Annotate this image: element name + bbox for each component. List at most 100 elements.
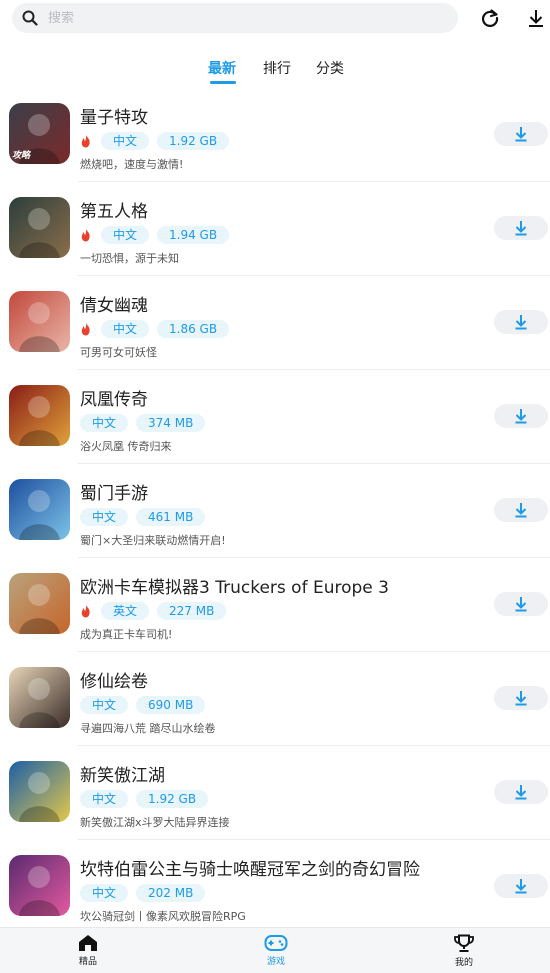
download-button[interactable] [494, 874, 548, 898]
game-list-item[interactable]: 修仙绘卷 中文 690 MB 寻遍四海八荒 踏尽山水绘卷 [0, 652, 550, 746]
download-icon [515, 221, 527, 236]
tab-ranking[interactable]: 排行 [263, 58, 291, 78]
fire-icon [81, 228, 90, 242]
game-meta: 中文 374 MB [80, 413, 213, 433]
size-badge: 690 MB [136, 696, 206, 714]
game-meta: 中文 202 MB [80, 883, 213, 903]
game-icon-image[interactable] [9, 667, 70, 728]
game-icon-image[interactable]: 攻略 [9, 103, 70, 164]
language-badge: 英文 [101, 602, 150, 620]
home-icon [79, 935, 97, 951]
game-art-icon [19, 678, 60, 728]
tab-latest[interactable]: 最新 [208, 58, 236, 78]
gamepad-icon [264, 935, 288, 951]
game-icon-badge: 攻略 [12, 151, 31, 161]
game-icon-image[interactable] [9, 479, 70, 540]
game-title: 倩女幽魂 [80, 296, 148, 316]
game-list-item[interactable]: 蜀门手游 中文 461 MB 蜀门×大圣归来联动燃情开启! [0, 464, 550, 558]
download-icon [529, 10, 543, 27]
fire-icon [81, 322, 90, 336]
game-title: 第五人格 [80, 202, 148, 222]
game-meta: 中文 1.92 GB [80, 789, 216, 809]
game-icon-image[interactable] [9, 197, 70, 258]
game-list-item[interactable]: 凤凰传奇 中文 374 MB 浴火凤凰 传奇归来 [0, 370, 550, 464]
bottom-nav: 精品 游戏 我的 [0, 927, 550, 973]
download-button[interactable] [494, 780, 548, 804]
download-button[interactable] [494, 310, 548, 334]
download-button[interactable] [494, 216, 548, 240]
game-description: 成为真正卡车司机! [80, 628, 173, 641]
nav-mine-label: 我的 [454, 958, 473, 968]
download-icon [515, 597, 527, 612]
game-list-item[interactable]: 倩女幽魂 中文 1.86 GB 可男可女可妖怪 [0, 276, 550, 370]
download-button[interactable] [494, 404, 548, 428]
game-art-icon [19, 584, 60, 634]
game-description: 可男可女可妖怪 [80, 346, 157, 359]
game-title: 量子特攻 [80, 108, 148, 128]
size-badge: 1.92 GB [136, 790, 209, 808]
game-art-icon [19, 208, 60, 258]
nav-games[interactable]: 游戏 [246, 934, 306, 967]
game-icon-image[interactable] [9, 761, 70, 822]
game-list-item[interactable]: 新笑傲江湖 中文 1.92 GB 新笑傲江湖x斗罗大陆异界连接 [0, 746, 550, 840]
nav-featured[interactable]: 精品 [58, 934, 118, 967]
download-icon [515, 409, 527, 424]
search-input[interactable] [48, 10, 428, 26]
game-title: 欧洲卡车模拟器3 Truckers of Europe 3 [80, 578, 389, 598]
nav-games-label: 游戏 [266, 957, 285, 967]
language-badge: 中文 [80, 790, 129, 808]
game-title: 修仙绘卷 [80, 672, 148, 692]
game-meta: 英文 227 MB [80, 601, 234, 621]
game-icon-image[interactable] [9, 291, 70, 352]
game-title: 新笑傲江湖 [80, 766, 165, 786]
download-button[interactable] [494, 498, 548, 522]
size-badge: 227 MB [157, 602, 227, 620]
download-icon [515, 785, 527, 800]
game-meta: 中文 1.92 GB [80, 131, 237, 151]
game-list-item[interactable]: 攻略 量子特攻 中文 1.92 GB 燃烧吧，速度与激情! [0, 88, 550, 182]
fire-icon [81, 604, 90, 618]
download-icon [515, 127, 527, 142]
download-icon [515, 691, 527, 706]
game-art-icon [19, 490, 60, 540]
game-list-item[interactable]: 欧洲卡车模拟器3 Truckers of Europe 3 英文 227 MB … [0, 558, 550, 652]
game-description: 寻遍四海八荒 踏尽山水绘卷 [80, 722, 216, 735]
game-description: 浴火凤凰 传奇归来 [80, 440, 172, 453]
game-list-item[interactable]: 坎特伯雷公主与骑士唤醒冠军之剑的奇幻冒险 中文 202 MB 坎公骑冠剑丨像素风… [0, 840, 550, 934]
game-list-item[interactable]: 第五人格 中文 1.94 GB 一切恐惧，源于未知 [0, 182, 550, 276]
game-icon-image[interactable] [9, 855, 70, 916]
game-description: 燃烧吧，速度与激情! [80, 158, 184, 171]
top-bar [0, 0, 550, 40]
download-button[interactable] [494, 686, 548, 710]
game-description: 坎公骑冠剑丨像素风欢脱冒险RPG [80, 910, 246, 923]
search-icon [22, 10, 38, 26]
game-description: 新笑傲江湖x斗罗大陆异界连接 [80, 816, 230, 829]
download-button[interactable] [494, 122, 548, 146]
nav-mine[interactable]: 我的 [434, 934, 494, 968]
tab-category[interactable]: 分类 [316, 58, 344, 78]
game-title: 蜀门手游 [80, 484, 148, 504]
game-art-icon [19, 772, 60, 822]
language-badge: 中文 [101, 226, 150, 244]
game-icon-image[interactable] [9, 573, 70, 634]
game-icon-image[interactable] [9, 385, 70, 446]
game-description: 一切恐惧，源于未知 [80, 252, 179, 265]
language-badge: 中文 [80, 884, 129, 902]
download-manager-button[interactable] [524, 6, 548, 30]
game-meta: 中文 461 MB [80, 507, 213, 527]
refresh-button[interactable] [478, 6, 502, 30]
size-badge: 374 MB [136, 414, 206, 432]
language-badge: 中文 [101, 132, 150, 150]
download-icon [515, 879, 527, 894]
language-badge: 中文 [101, 320, 150, 338]
language-badge: 中文 [80, 696, 129, 714]
game-meta: 中文 1.94 GB [80, 225, 237, 245]
refresh-icon [481, 9, 499, 27]
game-meta: 中文 1.86 GB [80, 319, 237, 339]
download-button[interactable] [494, 592, 548, 616]
size-badge: 1.86 GB [157, 320, 230, 338]
game-list: 攻略 量子特攻 中文 1.92 GB 燃烧吧，速度与激情! 第五人格 中文 1.… [0, 88, 550, 934]
size-badge: 202 MB [136, 884, 206, 902]
search-bar[interactable] [12, 3, 458, 33]
size-badge: 1.94 GB [157, 226, 230, 244]
